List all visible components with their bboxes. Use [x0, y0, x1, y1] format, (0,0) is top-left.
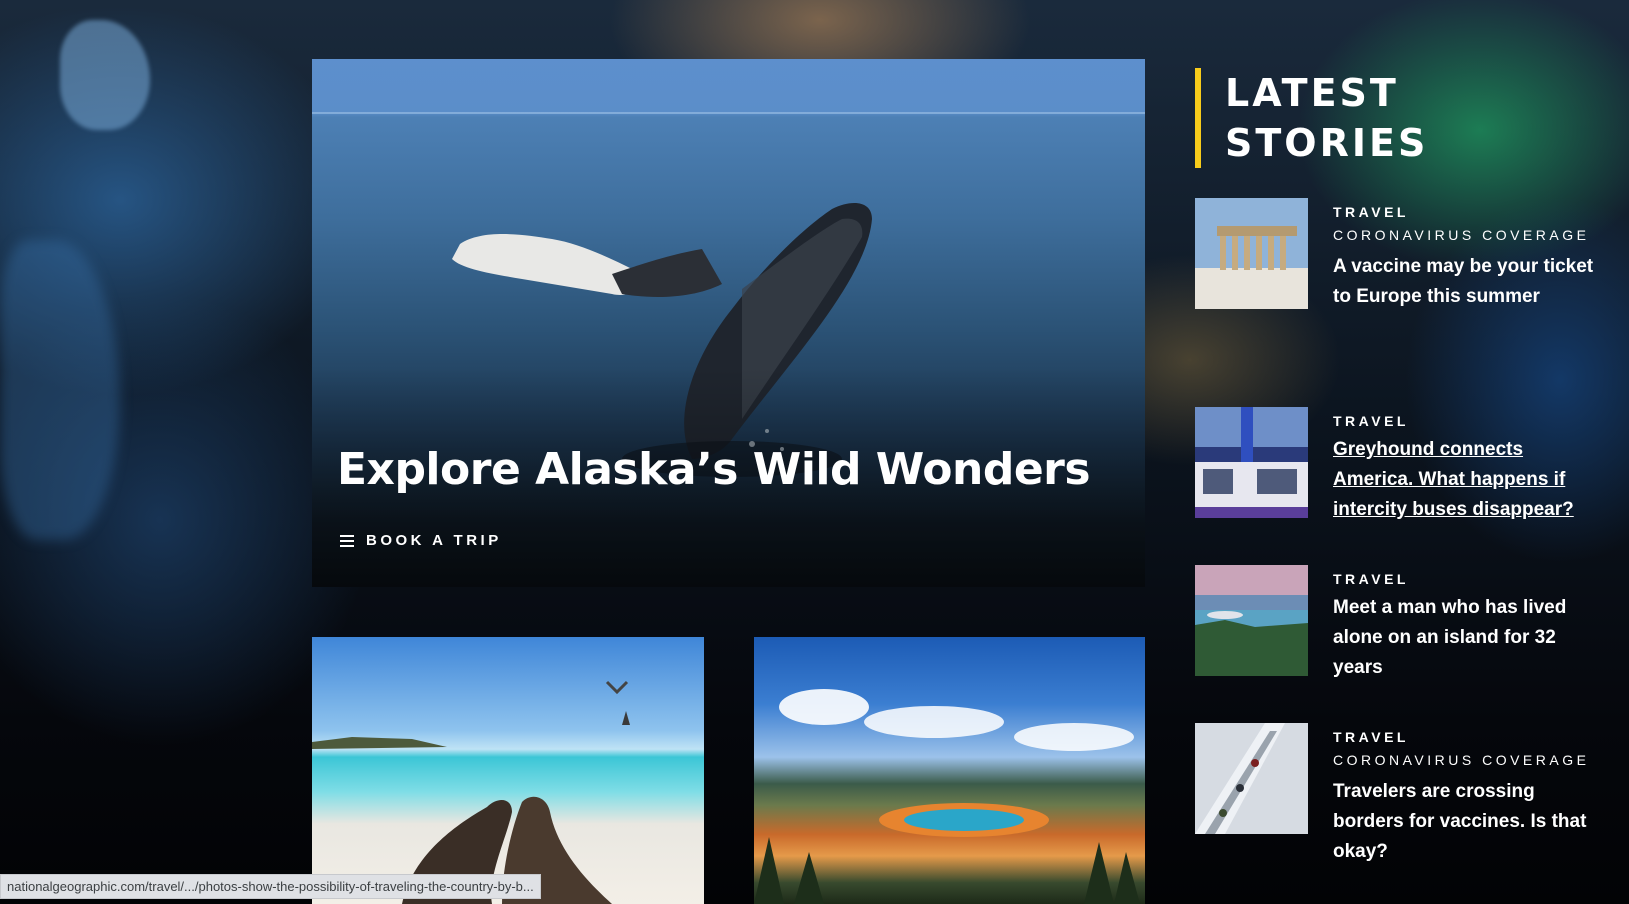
- hero-title[interactable]: Explore Alaska’s Wild Wonders: [337, 444, 1091, 495]
- story-thumbnail[interactable]: [1195, 565, 1308, 676]
- story-item[interactable]: TRAVEL Meet a man who has lived alone on…: [1195, 565, 1605, 683]
- menu-icon: [340, 534, 354, 548]
- book-a-trip-label: BOOK A TRIP: [366, 532, 502, 549]
- story-item[interactable]: TRAVEL CORONAVIRUS COVERAGE A vaccine ma…: [1195, 198, 1605, 312]
- story-headline[interactable]: Travelers are crossing borders for vacci…: [1333, 777, 1603, 867]
- story-category[interactable]: TRAVEL: [1333, 204, 1603, 220]
- latest-stories-heading: LATEST STORIES: [1195, 68, 1485, 168]
- link-preview-status-bar: nationalgeographic.com/travel/.../photos…: [0, 874, 541, 899]
- story-thumbnail[interactable]: [1195, 198, 1308, 309]
- sea-lions-image: [312, 680, 630, 904]
- hot-spring-image: [754, 689, 1140, 904]
- story-category[interactable]: TRAVEL: [1333, 413, 1603, 429]
- airport-escalator-image: [1195, 723, 1308, 834]
- story-headline[interactable]: Meet a man who has lived alone on an isl…: [1333, 593, 1603, 683]
- story-subcategory[interactable]: CORONAVIRUS COVERAGE: [1333, 224, 1603, 246]
- background-texture: [0, 240, 120, 540]
- parthenon-image: [1195, 198, 1308, 309]
- story-subcategory[interactable]: CORONAVIRUS COVERAGE: [1333, 749, 1603, 771]
- story-thumbnail[interactable]: [1195, 407, 1308, 518]
- feature-card[interactable]: [754, 637, 1145, 904]
- story-item[interactable]: TRAVEL Greyhound connects America. What …: [1195, 407, 1605, 525]
- story-category[interactable]: TRAVEL: [1333, 571, 1603, 587]
- island-image: [1195, 565, 1308, 676]
- hero-feature[interactable]: Explore Alaska’s Wild Wonders BOOK A TRI…: [312, 59, 1145, 587]
- bus-station-image: [1195, 407, 1308, 518]
- story-headline[interactable]: Greyhound connects America. What happens…: [1333, 435, 1603, 525]
- story-thumbnail[interactable]: [1195, 723, 1308, 834]
- book-a-trip-link[interactable]: BOOK A TRIP: [340, 532, 502, 549]
- page: Explore Alaska’s Wild Wonders BOOK A TRI…: [0, 0, 1629, 904]
- feature-card[interactable]: [312, 637, 704, 904]
- story-headline[interactable]: A vaccine may be your ticket to Europe t…: [1333, 252, 1603, 312]
- story-category[interactable]: TRAVEL: [1333, 729, 1603, 745]
- story-item[interactable]: TRAVEL CORONAVIRUS COVERAGE Travelers ar…: [1195, 723, 1605, 867]
- background-texture: [60, 20, 150, 130]
